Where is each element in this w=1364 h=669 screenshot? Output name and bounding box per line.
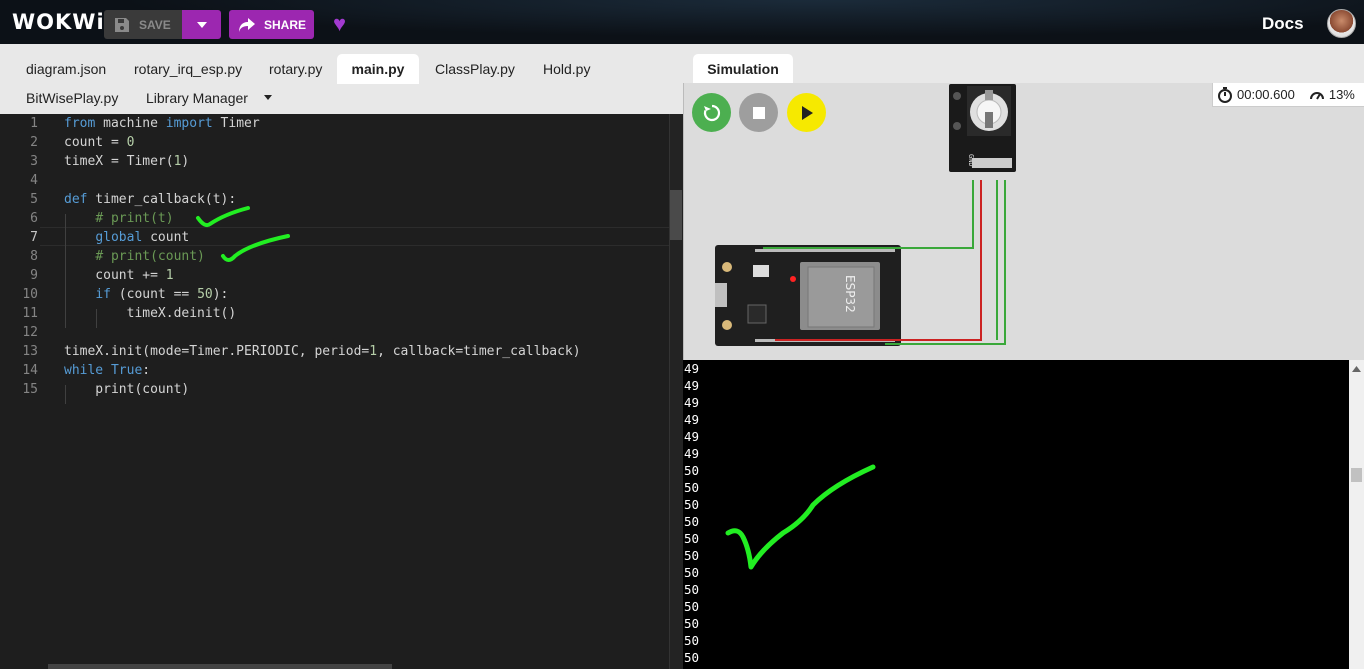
serial-monitor[interactable]: 49 49 49 49 49 49 50 50 50 50 50 50 50 5… xyxy=(683,360,1349,669)
serial-line: 50 xyxy=(684,531,700,546)
tab-classplay[interactable]: ClassPlay.py xyxy=(421,54,529,84)
serial-line: 50 xyxy=(684,514,700,529)
wires xyxy=(763,180,1006,345)
save-label: SAVE xyxy=(139,17,171,32)
code-line: 10 if (count == 50): xyxy=(22,287,229,302)
speedometer-icon xyxy=(1309,91,1324,100)
code-editor[interactable]: 1 from machine import Timer 2 count = 0 3t… xyxy=(0,114,683,669)
code-line: 4 xyxy=(30,173,38,188)
tab-rotary-irq-esp[interactable]: rotary_irq_esp.py xyxy=(120,54,256,84)
sim-timer: 00:00.600 xyxy=(1237,87,1295,102)
code-line: 13 timeX.init(mode=Timer.PERIODIC, period… xyxy=(22,344,581,359)
serial-line: 50 xyxy=(684,548,700,563)
heart-icon[interactable]: ♥ xyxy=(333,11,346,37)
serial-line: 49 xyxy=(684,395,700,410)
editor-horizontal-scrollbar[interactable] xyxy=(48,664,392,669)
serial-scrollbar[interactable] xyxy=(1349,360,1364,669)
serial-line: 50 xyxy=(684,497,700,512)
chevron-down-icon xyxy=(196,21,207,28)
code-line: 6 # print(t) xyxy=(30,211,174,226)
code-line: 2 count = 0 xyxy=(30,135,135,150)
code-line: 12 xyxy=(22,325,38,340)
tab-bitwiseplay[interactable]: BitWisePlay.py xyxy=(12,83,132,113)
stop-icon xyxy=(752,106,765,119)
editor-scrollbar-thumb[interactable] xyxy=(670,190,682,240)
restart-icon xyxy=(703,104,720,121)
share-label: SHARE xyxy=(264,17,307,32)
share-icon xyxy=(239,17,255,32)
annotation-checkmarks xyxy=(196,206,290,262)
serial-line: 49 xyxy=(684,361,700,376)
play-button[interactable] xyxy=(787,93,826,132)
wokwi-logo[interactable]: WOKWi xyxy=(12,10,105,34)
save-button[interactable]: SAVE xyxy=(104,10,182,39)
serial-line: 50 xyxy=(684,480,700,495)
tab-rotary[interactable]: rotary.py xyxy=(255,54,336,84)
serial-line: 50 xyxy=(684,633,700,648)
code-line: 9 count += 1 xyxy=(30,268,174,283)
tab-hold[interactable]: Hold.py xyxy=(529,54,604,84)
code-line: 1 from machine import Timer xyxy=(30,116,260,131)
serial-line: 50 xyxy=(684,650,700,665)
simulation-status: 00:00.600 13% xyxy=(1212,83,1364,107)
code-line: 11 timeX.deinit() xyxy=(22,306,237,321)
serial-line: 50 xyxy=(684,616,700,631)
serial-line: 49 xyxy=(684,429,700,444)
stop-button[interactable] xyxy=(739,93,778,132)
annotation-checkmark xyxy=(725,464,876,570)
play-icon xyxy=(801,105,813,120)
code-line: 3 timeX = Timer(1) xyxy=(30,154,190,169)
sim-speed: 13% xyxy=(1328,87,1355,102)
scroll-up-icon[interactable] xyxy=(1352,366,1361,372)
avatar[interactable] xyxy=(1327,9,1356,38)
serial-line: 50 xyxy=(684,463,700,478)
code-line: 15 print(count) xyxy=(22,382,190,397)
code-line: 14 while True: xyxy=(22,363,151,378)
tabs-overflow-chevron-icon[interactable] xyxy=(264,95,272,100)
serial-line: 50 xyxy=(684,565,700,580)
serial-line: 50 xyxy=(684,582,700,597)
serial-line: 50 xyxy=(684,599,700,614)
restart-button[interactable] xyxy=(692,93,731,132)
top-bar: WOKWi SAVE SHARE ♥ Docs xyxy=(0,0,1364,44)
code-line-current: 7 global count xyxy=(30,230,190,245)
save-dropdown-button[interactable] xyxy=(182,10,221,39)
tab-main-py[interactable]: main.py xyxy=(337,54,419,84)
share-button[interactable]: SHARE xyxy=(229,10,314,39)
code-line: 5 def timer_callback(t): xyxy=(30,192,237,207)
tab-diagram-json[interactable]: diagram.json xyxy=(12,54,120,84)
serial-line: 49 xyxy=(684,378,700,393)
stopwatch-icon xyxy=(1218,86,1232,103)
docs-link[interactable]: Docs xyxy=(1262,14,1304,34)
code-line: 8 # print(count) xyxy=(30,249,205,264)
save-icon xyxy=(115,17,129,32)
tab-library-manager[interactable]: Library Manager xyxy=(132,83,262,113)
serial-scrollbar-thumb[interactable] xyxy=(1351,468,1362,482)
serial-line: 49 xyxy=(684,412,700,427)
tab-simulation[interactable]: Simulation xyxy=(693,54,793,83)
serial-line: 49 xyxy=(684,446,700,461)
